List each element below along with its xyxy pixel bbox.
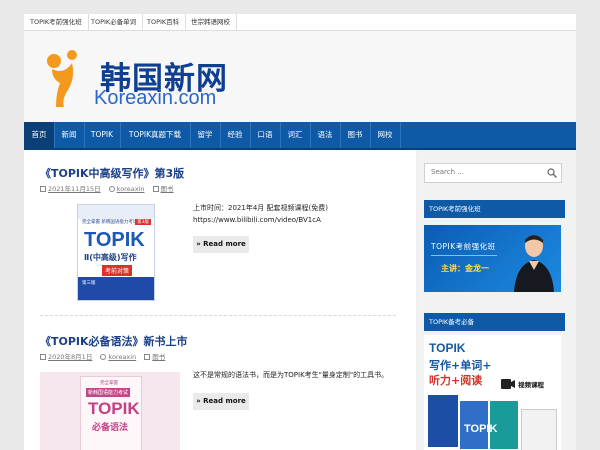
nav-experience[interactable]: 经验 (220, 122, 251, 148)
main-nav: 首页 新闻 TOPIK TOPIK真题下载 留学 经验 口语 词汇 语法 图书 … (24, 122, 576, 150)
post-meta-grammar: 2020年8月1日 koreaxin 图书 (40, 351, 171, 361)
top-link-topik-words[interactable]: TOPIK必备单词 (85, 14, 144, 30)
post-author[interactable]: koreaxin (117, 185, 145, 193)
post-excerpt-grammar: 这不是常规的语法书，而是为TOPIK考生"量身定制"的工具书。 (193, 371, 389, 379)
promo-banner-topik-essentials[interactable]: TOPIK 写作+单词+ 听力+阅读 视频课程 TOPIK (424, 335, 561, 450)
widget-title-topik-essentials: TOPIK备考必备 (424, 313, 565, 331)
excerpt-link[interactable]: https://www.bilibili.com/video/BV1cA (193, 214, 328, 226)
post-date[interactable]: 2021年11月15日 (48, 185, 101, 193)
nav-speaking[interactable]: 口语 (250, 122, 281, 148)
post-title-grammar[interactable]: 《TOPIK必备语法》新书上市 (40, 333, 188, 349)
teacher-photo-icon (514, 235, 554, 292)
nav-news[interactable]: 新闻 (54, 122, 85, 148)
promo1-line (431, 255, 497, 256)
cover-subtitle: Ⅱ(中高级)写作 (84, 253, 137, 262)
grammar-cover-sub: 新韩国语能力考试 (86, 388, 131, 397)
read-more-button-writing[interactable]: » Read more (193, 236, 249, 253)
excerpt-line-1: 上市时间：2021年4月 配套视频课程(免费) (193, 204, 328, 212)
nav-topik-downloads[interactable]: TOPIK真题下载 (120, 122, 191, 148)
nav-online-school[interactable]: 网校 (370, 122, 401, 148)
post-date[interactable]: 2020年8月1日 (48, 353, 92, 361)
post-category[interactable]: 图书 (161, 185, 174, 193)
user-icon (108, 186, 115, 192)
read-more-button-grammar[interactable]: » Read more (193, 393, 249, 410)
post-title-writing[interactable]: 《TOPIK中高级写作》第3版 (40, 165, 184, 181)
promo1-teacher: 主讲：金龙一 (441, 264, 489, 273)
top-link-topik-class[interactable]: TOPIK考前强化班 (24, 14, 89, 30)
top-link-bar: TOPIK考前强化班 TOPIK必备单词 TOPIK百科 世宗韩语网校 (24, 14, 576, 31)
search-placeholder: Search ... (431, 168, 464, 176)
site-header: 韩国新网 Koreaxin.com (24, 31, 576, 122)
post-divider (40, 315, 396, 316)
promo2-badge: 视频课程 (518, 381, 544, 389)
promo2-topik: TOPIK (429, 341, 466, 355)
cover-tag: 考前对策 (102, 265, 133, 276)
nav-books[interactable]: 图书 (340, 122, 371, 148)
grammar-cover-title: 必备语法 (92, 423, 129, 433)
grammar-cover-topik: TOPIK (88, 399, 140, 418)
widget-title-topik-class: TOPIK考前强化班 (424, 200, 565, 218)
top-link-topik-wiki[interactable]: TOPIK百科 (141, 14, 187, 30)
promo2-line1: 写作+单词+ (429, 359, 492, 372)
logo-english-text: Koreaxin.com (94, 87, 217, 109)
post-category[interactable]: 图书 (152, 353, 165, 361)
promo2-book-text: TOPIK (464, 423, 498, 435)
top-link-sejong-school[interactable]: 世宗韩语网校 (185, 14, 237, 30)
promo-banner-topik-class[interactable]: TOPIK考前强化班 主讲：金龙一 (424, 225, 561, 292)
promo1-title: TOPIK考前强化班 (431, 242, 496, 251)
nav-topik[interactable]: TOPIK (84, 122, 121, 148)
post-author[interactable]: koreaxin (108, 353, 136, 361)
logo-mark-icon (47, 50, 77, 107)
nav-home[interactable]: 首页 (24, 122, 55, 148)
nav-study-abroad[interactable]: 留学 (190, 122, 221, 148)
promo2-book-1 (428, 395, 458, 447)
nav-vocabulary[interactable]: 词汇 (280, 122, 311, 148)
nav-grammar[interactable]: 语法 (310, 122, 341, 148)
cover-top-text: 完全掌握 新韩国语能力考试 (82, 220, 138, 225)
promo2-line2: 听力+阅读 (429, 374, 483, 387)
video-camera-icon (501, 379, 515, 389)
cover-topik-text: TOPIK (84, 229, 145, 251)
promo2-book-4 (521, 409, 557, 450)
user-icon (100, 354, 107, 360)
post-excerpt-writing: 上市时间：2021年4月 配套视频课程(免费) https://www.bili… (193, 202, 328, 226)
site-logo[interactable]: 韩国新网 Koreaxin.com (42, 49, 242, 109)
search-icon[interactable] (547, 168, 557, 178)
post-meta-writing: 2021年11月15日 koreaxin 图书 (40, 183, 180, 193)
calendar-icon (40, 186, 46, 192)
search-input[interactable]: Search ... (424, 163, 562, 183)
cover-bottom-text: 第三版 (82, 281, 96, 286)
cover-edition-badge: 第3版 (135, 219, 151, 225)
folder-icon (144, 354, 151, 360)
book-cover-grammar[interactable]: 完全掌握 新韩国语能力考试 TOPIK 必备语法 (40, 372, 180, 450)
cover-top-band (78, 205, 154, 219)
folder-icon (152, 186, 159, 192)
calendar-icon (40, 354, 46, 360)
book-cover-writing[interactable]: 完全掌握 新韩国语能力考试 第3版 TOPIK Ⅱ(中高级)写作 考前对策 第三… (77, 204, 155, 301)
grammar-cover-top: 完全掌握 (100, 381, 118, 386)
